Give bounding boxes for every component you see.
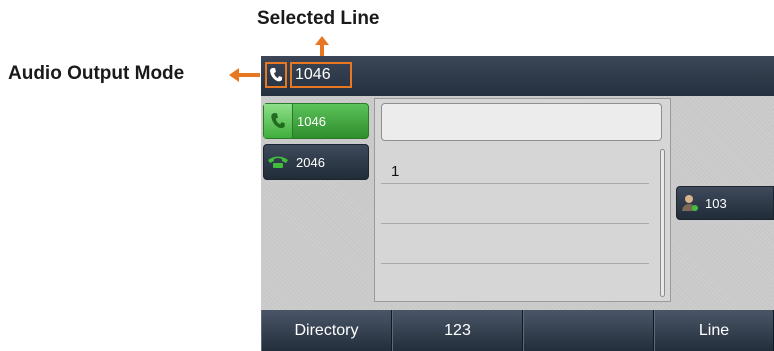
- contact-key-label: 103: [705, 195, 727, 211]
- list-divider: [381, 263, 649, 264]
- audio-output-mode-callout-arrow: [229, 68, 260, 82]
- softkey-123[interactable]: 123: [392, 310, 523, 351]
- contact-key-103[interactable]: 103: [676, 186, 774, 220]
- list-item[interactable]: 1: [391, 163, 399, 180]
- line-key-1046[interactable]: 1046: [263, 103, 369, 139]
- selected-line-callout-label: Selected Line: [257, 8, 380, 29]
- audio-output-mode-callout-label: Audio Output Mode: [8, 63, 185, 84]
- handset-icon: [270, 68, 282, 82]
- line-key-label: 2046: [296, 154, 325, 170]
- main-panel: 1: [374, 98, 671, 302]
- list-divider: [381, 183, 649, 184]
- contact-person-icon: [677, 187, 703, 219]
- softkey-directory[interactable]: Directory: [261, 310, 392, 351]
- status-bar: 1046: [261, 56, 774, 96]
- softkey-empty[interactable]: [523, 310, 654, 351]
- selected-line-indicator: 1046: [290, 62, 352, 88]
- line-key-2046[interactable]: 2046: [263, 144, 369, 180]
- audio-output-mode-indicator: [265, 62, 287, 88]
- telephone-icon: [264, 145, 292, 179]
- line-key-label: 1046: [297, 113, 326, 129]
- handset-icon: [264, 104, 293, 138]
- panel-input-field[interactable]: [381, 103, 662, 141]
- list-divider: [381, 223, 649, 224]
- softkey-bar: Directory 123 Line: [261, 310, 774, 351]
- scrollbar[interactable]: [660, 149, 665, 297]
- phone-screen: 1046 1046 2046 1 103 Directory 123 Line: [261, 56, 774, 351]
- softkey-line[interactable]: Line: [654, 310, 774, 351]
